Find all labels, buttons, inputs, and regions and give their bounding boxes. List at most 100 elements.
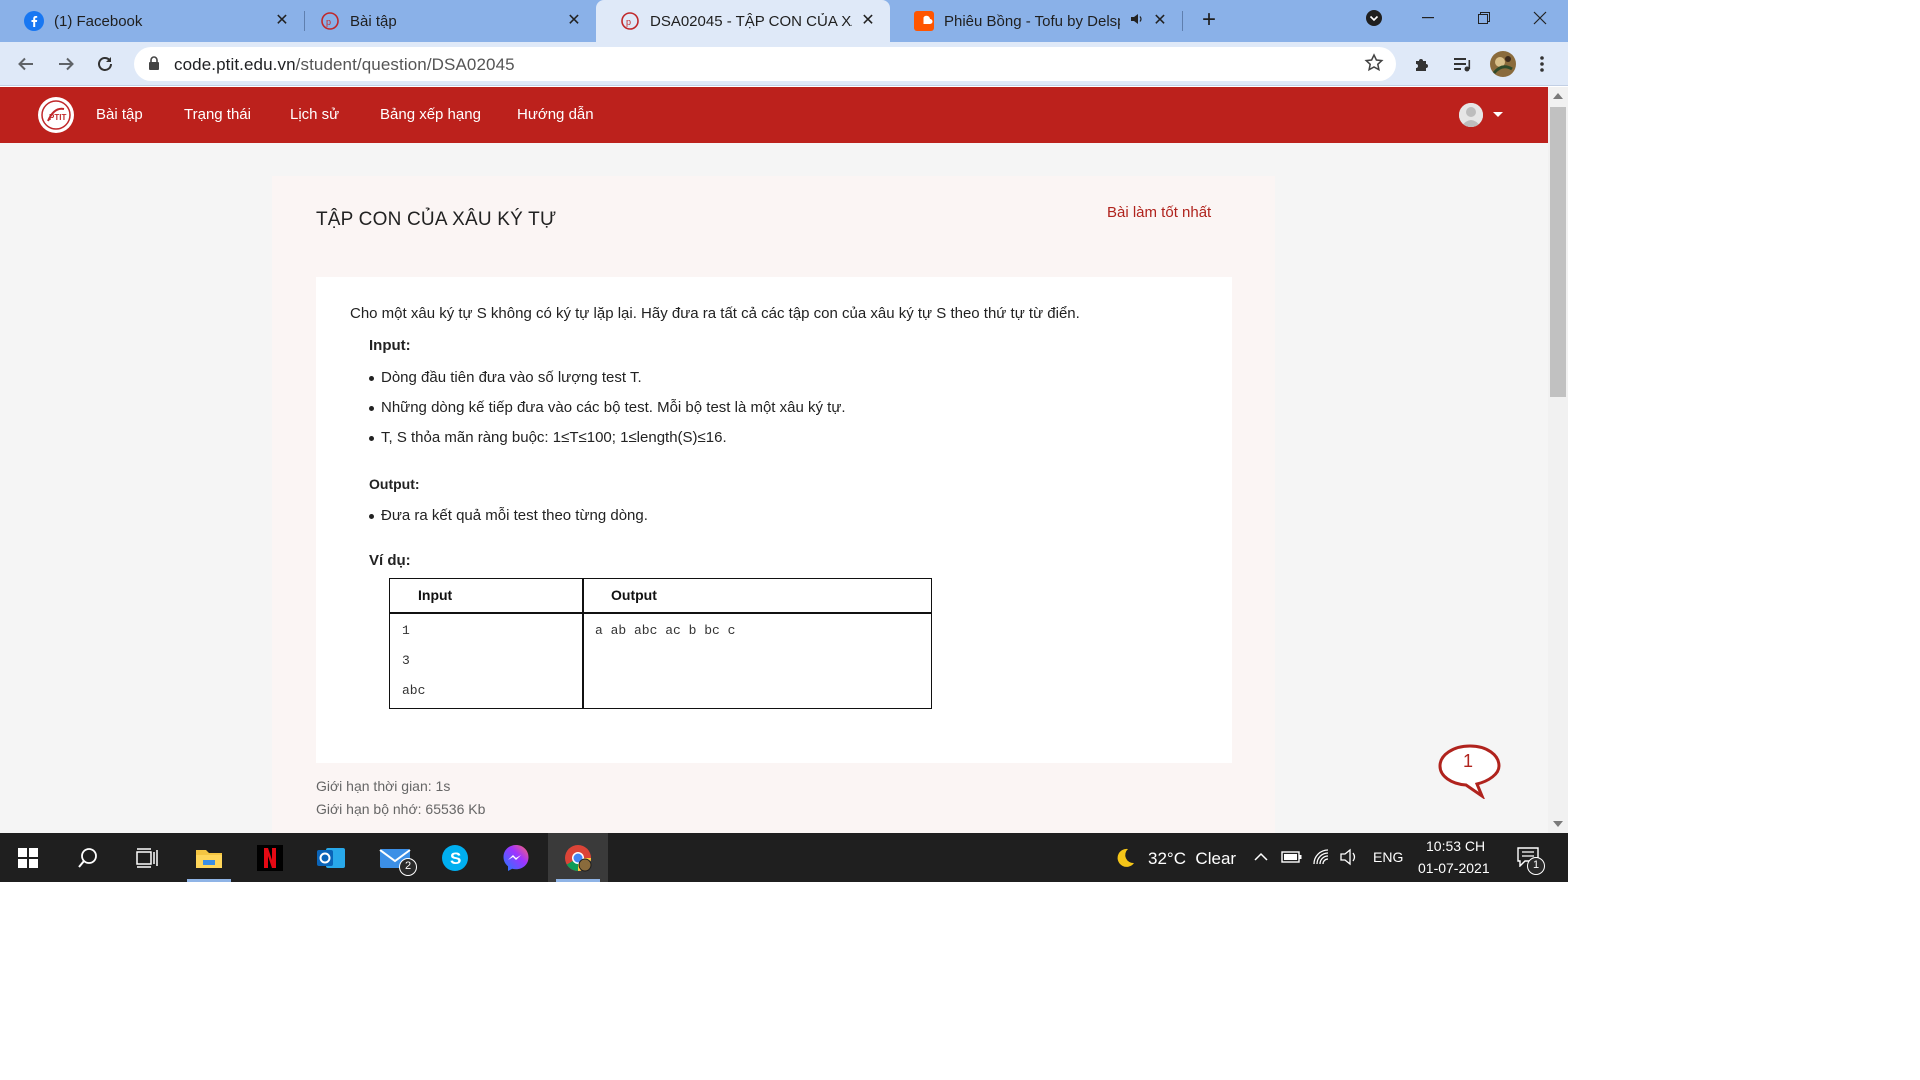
user-menu-caret-icon[interactable]	[1493, 112, 1503, 117]
svg-text:PTIT: PTIT	[49, 113, 66, 122]
weather-text[interactable]: 32°C Clear	[1148, 849, 1236, 869]
page-scrollbar[interactable]	[1548, 87, 1568, 833]
site-header: PTIT Bài tập Trạng thái Lịch sử Bảng xếp…	[0, 87, 1548, 143]
ptit-logo[interactable]: PTIT	[38, 97, 74, 133]
bookmark-star-icon[interactable]	[1364, 53, 1384, 78]
search-icon[interactable]	[60, 833, 116, 882]
table-header-input: Input	[418, 587, 453, 603]
back-icon[interactable]	[14, 52, 38, 76]
task-view-icon[interactable]	[119, 833, 175, 882]
scroll-thumb[interactable]	[1550, 107, 1566, 397]
question-content: Cho một xâu ký tự S không có ký tự lặp l…	[316, 277, 1232, 763]
windows-taskbar: 2 S 32°C Clear ENG 10:53 CH 01-07-2021 1	[0, 833, 1568, 882]
mail-icon[interactable]: 2	[367, 833, 423, 882]
active-indicator	[556, 879, 600, 882]
lock-icon[interactable]	[148, 56, 160, 76]
tab-search-icon[interactable]	[1346, 0, 1402, 36]
chrome-icon[interactable]	[548, 833, 608, 882]
tab-title: Phiêu Bồng - Tofu by Delspx	[944, 12, 1120, 30]
example-input-line: abc	[402, 683, 426, 698]
moon-weather-icon[interactable]	[1112, 846, 1136, 875]
example-label: Ví dụ:	[369, 552, 411, 569]
table-divider	[390, 612, 931, 614]
url-text: code.ptit.edu.vn/student/question/DSA020…	[174, 55, 515, 75]
speaker-icon[interactable]	[1130, 12, 1144, 30]
example-input-line: 1	[402, 623, 410, 638]
output-item: Đưa ra kết quả mỗi test theo từng dòng.	[369, 507, 648, 524]
question-panel: TẬP CON CỦA XÂU KÝ TỰ Bài làm tốt nhất C…	[272, 176, 1275, 833]
extensions-icon[interactable]	[1411, 52, 1435, 76]
start-icon[interactable]	[0, 833, 56, 882]
soundcloud-icon	[914, 11, 934, 31]
url-host: code.ptit.edu.vn	[174, 55, 296, 74]
facebook-icon	[24, 11, 44, 31]
input-item: T, S thỏa mãn ràng buộc: 1≤T≤100; 1≤leng…	[369, 429, 727, 446]
new-tab-button[interactable]: +	[1196, 8, 1222, 34]
user-avatar[interactable]	[1459, 103, 1483, 127]
question-title: TẬP CON CỦA XÂU KÝ TỰ	[316, 209, 557, 230]
nav-trang-thai[interactable]: Trạng thái	[184, 106, 251, 123]
chevron-up-icon[interactable]	[1253, 849, 1269, 870]
close-tab-icon[interactable]: ✕	[566, 13, 582, 29]
reload-icon[interactable]	[93, 52, 117, 76]
input-label: Input:	[369, 337, 411, 354]
forward-icon[interactable]	[54, 52, 78, 76]
memory-limit: Giới hạn bộ nhớ: 65536 Kb	[316, 801, 486, 817]
mail-badge: 2	[399, 858, 417, 876]
ptit-icon: p	[620, 11, 640, 31]
close-tab-icon[interactable]: ✕	[1152, 13, 1168, 29]
tab-soundcloud[interactable]: Phiêu Bồng - Tofu by Delspx ✕	[890, 0, 1182, 42]
scroll-down-icon[interactable]	[1553, 821, 1563, 827]
notification-center-icon[interactable]: 1	[1517, 847, 1545, 875]
chat-count: 1	[1463, 751, 1474, 771]
notification-badge: 1	[1527, 857, 1545, 875]
clock-time[interactable]: 10:53 CH	[1426, 838, 1485, 854]
nav-lich-su[interactable]: Lịch sử	[290, 106, 339, 123]
close-tab-icon[interactable]: ✕	[860, 13, 876, 29]
ptit-icon: p	[320, 11, 340, 31]
tab-separator	[1182, 11, 1183, 31]
table-header-output: Output	[611, 587, 657, 603]
input-item: Những dòng kế tiếp đưa vào các bộ test. …	[369, 399, 846, 416]
battery-icon[interactable]	[1281, 849, 1303, 870]
media-control-icon[interactable]	[1450, 52, 1474, 76]
table-divider	[582, 579, 584, 708]
tab-title: Bài tập	[350, 12, 397, 30]
restore-icon[interactable]	[1456, 0, 1512, 36]
tab-strip: (1) Facebook ✕ p Bài tập ✕ p DSA02045 - …	[0, 0, 1568, 42]
nav-huong-dan[interactable]: Hướng dẫn	[517, 106, 594, 123]
time-limit: Giới hạn thời gian: 1s	[316, 778, 451, 794]
nav-bang-xep-hang[interactable]: Bảng xếp hạng	[380, 106, 481, 123]
address-bar[interactable]: code.ptit.edu.vn/student/question/DSA020…	[134, 47, 1396, 81]
file-explorer-icon[interactable]	[181, 833, 237, 882]
svg-text:S: S	[450, 849, 461, 868]
nav-bai-tap[interactable]: Bài tập	[96, 106, 143, 123]
best-submission-link[interactable]: Bài làm tốt nhất	[1107, 204, 1211, 221]
svg-text:p: p	[626, 17, 631, 27]
scroll-up-icon[interactable]	[1553, 93, 1563, 99]
volume-icon[interactable]	[1339, 848, 1359, 871]
outlook-icon[interactable]	[303, 833, 359, 882]
tab-title: (1) Facebook	[54, 12, 143, 30]
output-label: Output:	[369, 476, 420, 492]
profile-avatar[interactable]	[1489, 50, 1517, 78]
input-item: Dòng đầu tiên đưa vào số lượng test T.	[369, 369, 642, 386]
menu-kebab-icon[interactable]	[1530, 52, 1554, 76]
url-path: /student/question/DSA02045	[295, 55, 515, 74]
clock-date[interactable]: 01-07-2021	[1418, 860, 1490, 876]
minimize-icon[interactable]	[1400, 0, 1456, 36]
example-table: Input Output 1 3 abc a ab abc ac b bc c	[389, 578, 932, 709]
messenger-icon[interactable]	[488, 833, 544, 882]
tab-facebook[interactable]: (1) Facebook ✕	[0, 0, 304, 42]
close-tab-icon[interactable]: ✕	[274, 13, 290, 29]
browser-toolbar: code.ptit.edu.vn/student/question/DSA020…	[0, 42, 1568, 86]
netflix-icon[interactable]	[242, 833, 298, 882]
tab-dsa02045[interactable]: p DSA02045 - TẬP CON CỦA XÂU K ✕	[596, 0, 890, 42]
wifi-icon[interactable]	[1312, 848, 1332, 871]
close-window-icon[interactable]	[1512, 0, 1568, 36]
tab-bai-tap[interactable]: p Bài tập ✕	[296, 0, 596, 42]
chat-bubble-button[interactable]: 1	[1437, 743, 1503, 801]
skype-icon[interactable]: S	[427, 833, 483, 882]
problem-statement: Cho một xâu ký tự S không có ký tự lặp l…	[350, 305, 1080, 322]
language-indicator[interactable]: ENG	[1373, 849, 1403, 865]
